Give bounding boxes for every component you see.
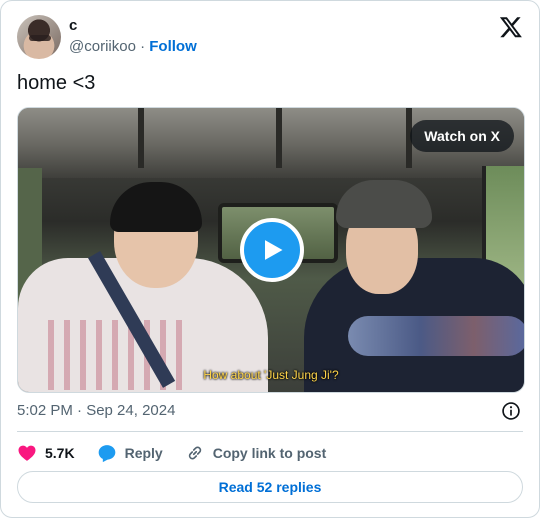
x-logo-icon[interactable] bbox=[499, 15, 523, 39]
like-count: 5.7K bbox=[45, 445, 75, 461]
author-display-name[interactable]: c bbox=[69, 17, 197, 35]
author-info: c @coriikoo · Follow bbox=[69, 17, 197, 57]
link-icon bbox=[188, 446, 201, 460]
passenger-hat bbox=[110, 182, 202, 232]
author-handle[interactable]: @coriikoo bbox=[69, 38, 136, 55]
handle-separator: · bbox=[140, 38, 146, 55]
heart-icon bbox=[18, 445, 36, 461]
play-icon bbox=[265, 240, 283, 260]
read-replies-button[interactable]: Read 52 replies bbox=[17, 471, 523, 503]
driver-arm bbox=[348, 316, 524, 356]
like-button[interactable]: 5.7K bbox=[17, 443, 75, 463]
divider bbox=[17, 431, 523, 432]
reply-button[interactable]: Reply bbox=[97, 443, 163, 463]
copy-link-button[interactable]: Copy link to post bbox=[185, 443, 327, 463]
read-replies-label: Read 52 replies bbox=[218, 479, 322, 495]
tweet-header: c @coriikoo · Follow bbox=[17, 13, 523, 61]
reply-bubble-icon bbox=[98, 445, 115, 463]
roof-bar bbox=[138, 108, 144, 168]
action-bar: 5.7K Reply Copy link to post bbox=[17, 441, 348, 465]
tweet-card: c @coriikoo · Follow home <3 Watch on X bbox=[0, 0, 540, 518]
avatar[interactable] bbox=[17, 15, 61, 59]
tweet-timestamp[interactable]: 5:02 PM · Sep 24, 2024 bbox=[17, 401, 175, 421]
info-icon[interactable] bbox=[501, 401, 521, 421]
driver-hat bbox=[336, 180, 432, 228]
roof-bar bbox=[276, 108, 282, 168]
follow-button[interactable]: Follow bbox=[149, 38, 197, 55]
tweet-text: home <3 bbox=[17, 72, 96, 94]
avatar-detail bbox=[29, 35, 51, 41]
handle-row: @coriikoo · Follow bbox=[69, 37, 197, 57]
watch-on-x-button[interactable]: Watch on X bbox=[410, 120, 514, 152]
video-thumbnail[interactable]: Watch on X How about 'Just Jung Ji'? bbox=[17, 107, 525, 393]
video-subtitle: How about 'Just Jung Ji'? bbox=[203, 368, 339, 382]
play-button[interactable] bbox=[240, 218, 304, 282]
reply-label: Reply bbox=[124, 445, 163, 461]
copy-link-label: Copy link to post bbox=[212, 445, 327, 461]
